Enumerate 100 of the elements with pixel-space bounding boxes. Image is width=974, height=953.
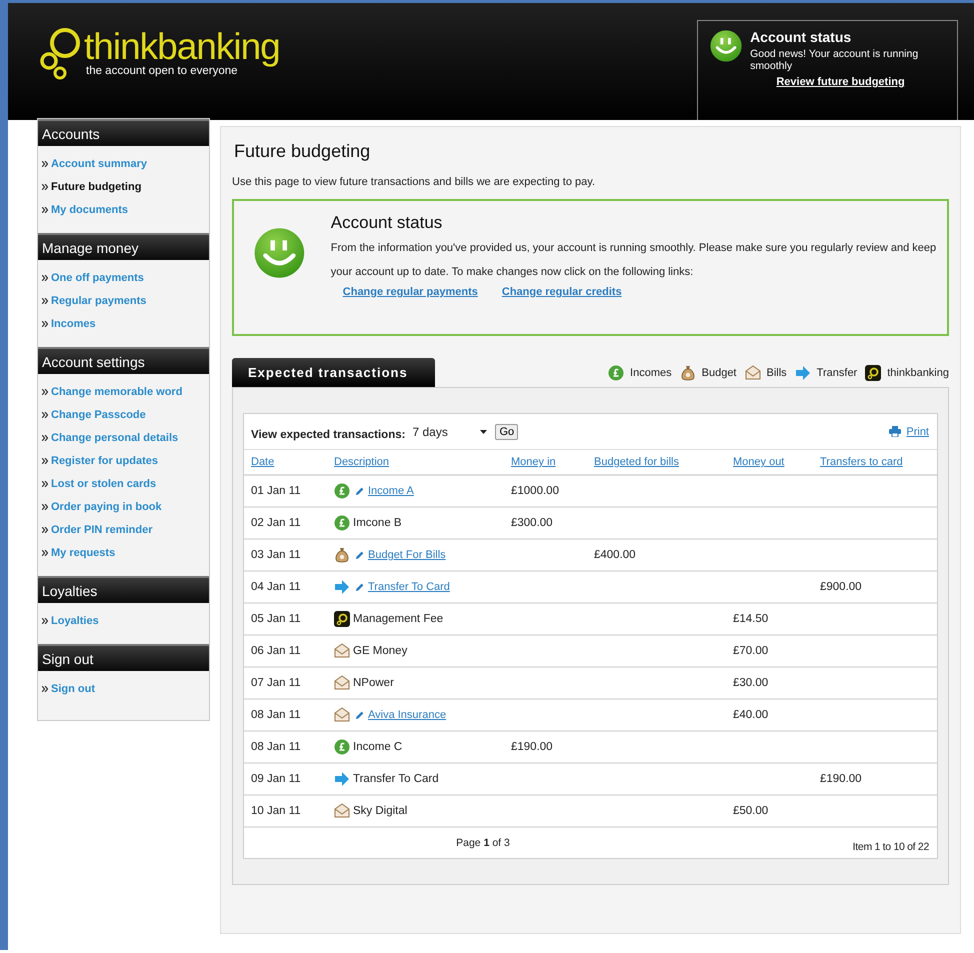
column-header[interactable]: Description [334, 456, 390, 468]
sidebar-item[interactable]: My documents [42, 198, 209, 221]
amount-cell-text: £400.00 [594, 549, 637, 561]
status-message: Good news! Your account is running smoothly [750, 48, 920, 72]
pager-text: Page 1 of 3 [455, 837, 511, 849]
page-title: Future budgeting [234, 141, 372, 162]
chevron-icon [42, 388, 48, 394]
date-cell-text: 04 Jan 11 [251, 581, 302, 593]
logo-icon [865, 365, 882, 381]
description-cell: NPower [353, 677, 394, 689]
sidebar-item[interactable]: Future budgeting [42, 175, 209, 198]
chevron-icon [42, 526, 48, 532]
chevron-icon [42, 160, 48, 166]
legend-label: Incomes [630, 367, 672, 379]
envelope-icon [334, 643, 350, 659]
column-header[interactable]: Budgeted for bills [594, 456, 679, 468]
date-cell-text: 03 Jan 11 [251, 549, 302, 561]
smiley-icon [710, 29, 742, 63]
chevron-icon [42, 206, 48, 212]
envelope-icon [744, 365, 760, 381]
chevron-icon [42, 298, 48, 304]
sidebar-item[interactable]: Order PIN reminder [42, 518, 209, 541]
amount-cell-text: £30.00 [733, 677, 770, 689]
sidebar-item[interactable]: Change personal details [42, 426, 209, 449]
amount-cell-text: £190.00 [820, 773, 863, 785]
sidebar-item[interactable]: Regular payments [42, 289, 209, 312]
envelope-icon [334, 675, 350, 691]
date-cell-text: 07 Jan 11 [251, 677, 302, 689]
legend-label: Transfer [816, 367, 858, 379]
go-button[interactable]: Go [495, 424, 518, 440]
legend-label: thinkbanking [887, 367, 949, 379]
pound-coin-icon [334, 739, 350, 755]
section-header: Accounts [38, 119, 209, 146]
column-header[interactable]: Transfers to card [820, 456, 903, 468]
column-header[interactable]: Money in [511, 456, 556, 468]
envelope-icon [334, 707, 350, 723]
description-cell: Income C [353, 741, 402, 753]
amount-cell-text: £190.00 [511, 741, 554, 753]
envelope-icon [334, 803, 350, 819]
sidebar-item[interactable]: Loyalties [42, 609, 209, 632]
amount-cell-text: £1000.00 [511, 485, 560, 497]
date-cell-text: 10 Jan 11 [251, 805, 302, 817]
date-cell-text: 05 Jan 11 [251, 613, 302, 625]
amount-cell-text: £14.50 [733, 613, 770, 625]
chevron-icon [42, 686, 48, 692]
chevron-icon [42, 320, 48, 326]
printer-icon [889, 426, 902, 437]
money-bag-icon [334, 547, 350, 563]
chevron-icon [42, 504, 48, 510]
amount-cell-text: £900.00 [820, 581, 863, 593]
amount-cell-text: £300.00 [511, 517, 554, 529]
status-box-title: Account status [330, 213, 444, 233]
pound-coin-icon [608, 365, 624, 381]
column-header[interactable]: Date [251, 456, 274, 468]
print-link[interactable]: Print [889, 426, 929, 438]
review-link[interactable]: Review future budgeting [776, 76, 905, 88]
brand-name: thinkbanking [84, 27, 280, 67]
description-cell: Transfer To Card [353, 773, 439, 785]
date-cell-text: 08 Jan 11 [251, 741, 302, 753]
sidebar-item[interactable]: My requests [42, 541, 209, 564]
change-link[interactable]: Change regular payments [342, 286, 478, 298]
sidebar-item[interactable]: Change Passcode [42, 403, 209, 426]
sidebar-item[interactable]: Incomes [42, 312, 209, 335]
tagline: the account open to everyone [86, 65, 238, 77]
status-box-message: From the information you've provided us, your account is running smoothly. Please make sure you regularly review and keep your account up to date. To make changes now click on the following links: [330, 241, 938, 280]
amount-cell-text: £50.00 [733, 805, 770, 817]
sidebar-item[interactable]: Register for updates [42, 449, 209, 472]
chevron-icon [42, 480, 48, 486]
arrow-icon [334, 771, 350, 787]
description-cell: GE Money [353, 645, 408, 657]
pound-coin-icon [334, 515, 350, 531]
sidebar-item[interactable]: Order paying in book [42, 495, 209, 518]
section-header: Manage money [38, 233, 209, 260]
sidebar-item[interactable]: Sign out [42, 677, 209, 700]
chevron-icon [42, 412, 48, 418]
sidebar-item[interactable]: One off payments [42, 266, 209, 289]
date-cell-text: 06 Jan 11 [251, 645, 302, 657]
chevron-icon [42, 434, 48, 440]
arrow-icon [794, 365, 811, 381]
description-link[interactable]: Transfer To Card [368, 581, 450, 593]
item-count: Item 1 to 10 of 22 [852, 841, 929, 853]
money-bag-icon [680, 365, 696, 381]
description-cell: Imcone B [353, 517, 402, 529]
date-cell-text: 02 Jan 11 [251, 517, 302, 529]
intro-text: Use this page to view future transactions and bills we are expecting to pay. [232, 176, 596, 188]
column-header[interactable]: Money out [733, 456, 784, 468]
amount-cell-text: £40.00 [733, 709, 770, 721]
sidebar-item[interactable]: Change memorable word [42, 380, 209, 403]
chevron-icon [42, 274, 48, 280]
description-link[interactable]: Budget For Bills [368, 549, 446, 561]
sidebar-item[interactable]: Account summary [42, 152, 209, 175]
chevron-icon [42, 184, 48, 190]
description-link[interactable]: Aviva Insurance [368, 709, 446, 721]
date-cell-text: 08 Jan 11 [251, 709, 302, 721]
logo-icon [334, 611, 350, 627]
sidebar-item[interactable]: Lost or stolen cards [42, 472, 209, 495]
change-link[interactable]: Change regular credits [502, 286, 622, 298]
pound-coin-icon [334, 483, 350, 499]
legend-label: Bills [766, 367, 787, 379]
description-link[interactable]: Income A [368, 485, 414, 497]
